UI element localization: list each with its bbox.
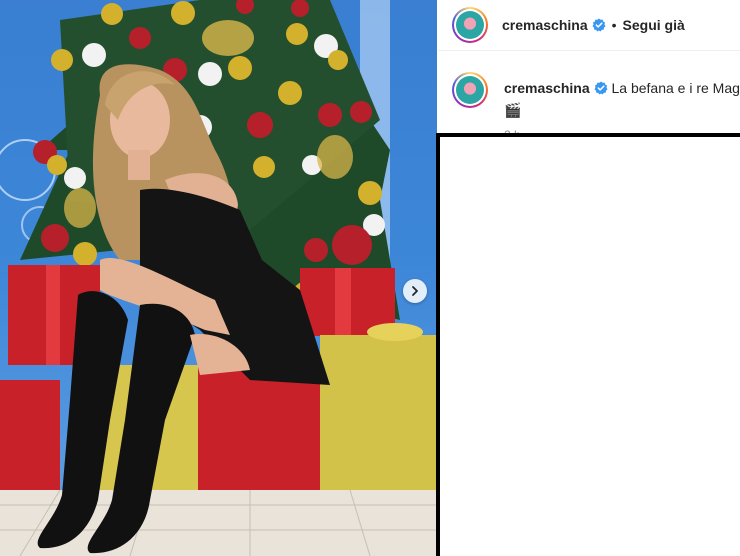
avatar[interactable] [452, 7, 488, 43]
chevron-right-icon [412, 286, 418, 296]
post-header: cremaschina • Segui già [438, 0, 740, 51]
verified-badge-icon [594, 81, 608, 95]
separator-dot: • [611, 17, 617, 33]
overlay-content [440, 137, 740, 556]
overlay-box [436, 133, 740, 556]
next-photo-button[interactable] [403, 279, 427, 303]
verified-badge-icon [592, 18, 606, 32]
follow-button[interactable]: Segui già [623, 17, 685, 33]
caption-text: cremaschina La befana e i re Magi 🎬 [504, 78, 740, 120]
caption-body: La befana e i re Magi [611, 80, 740, 96]
caption-username[interactable]: cremaschina [504, 80, 590, 96]
clapper-board-icon: 🎬 [504, 102, 522, 118]
username-link[interactable]: cremaschina [502, 17, 588, 33]
avatar[interactable] [452, 72, 488, 108]
post-photo[interactable] [0, 0, 437, 556]
photo-illustration [0, 0, 437, 556]
caption-row: cremaschina La befana e i re Magi 🎬 2 h [438, 52, 740, 134]
